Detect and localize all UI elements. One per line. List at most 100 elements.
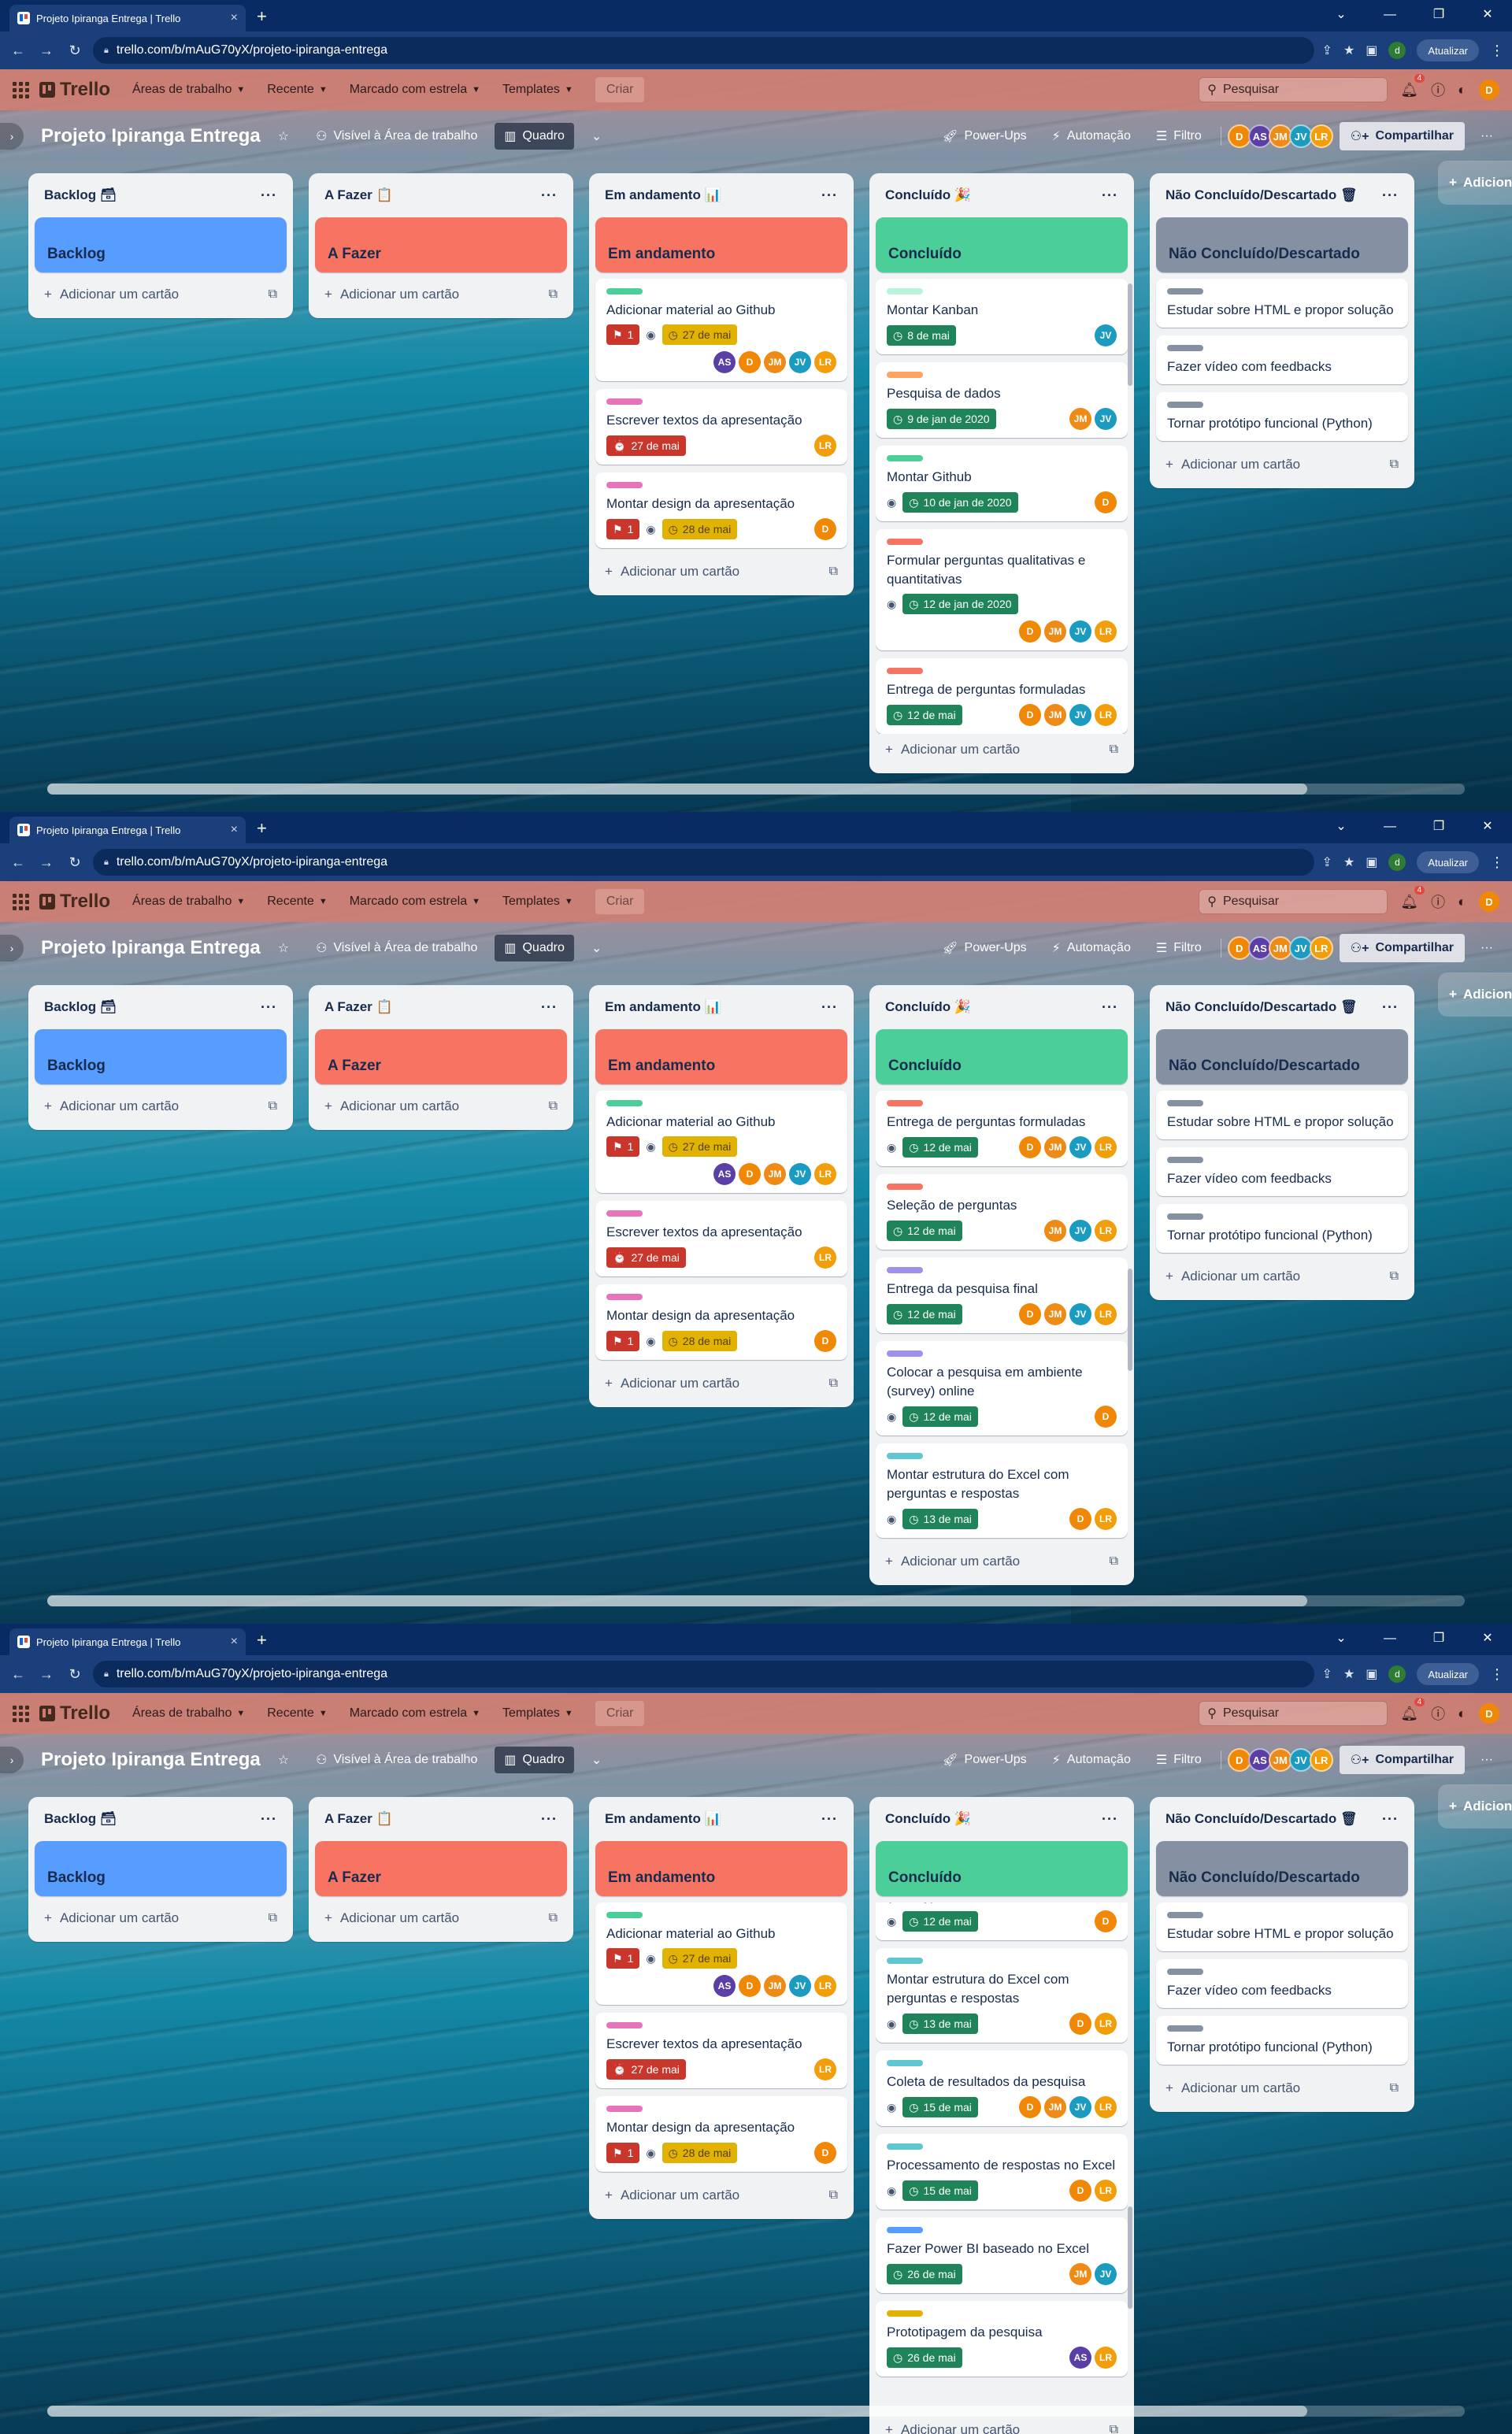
list-scrollbar[interactable] — [1128, 1269, 1132, 1371]
trello-logo[interactable]: Trello — [39, 891, 110, 913]
due-date-badge[interactable]: ◷ 12 de mai — [902, 1406, 978, 1427]
add-card-button[interactable]: + Adicionar um cartão ⧉ — [595, 1368, 847, 1399]
member-avatar[interactable]: AS — [713, 351, 736, 373]
card-template-icon[interactable]: ⧉ — [549, 1099, 558, 1113]
member-avatar[interactable]: D — [1069, 1508, 1091, 1530]
theme-icon[interactable]: ◐ — [1458, 82, 1466, 98]
board-horizontal-scrollbar[interactable] — [47, 2406, 1465, 2417]
add-card-button[interactable]: + Adicionar um cartão ⧉ — [1156, 2073, 1408, 2104]
member-avatar[interactable]: LR — [1095, 1508, 1117, 1530]
card-d1[interactable]: Estudar sobre HTML e propor solução — [1156, 1902, 1408, 1951]
card-template-icon[interactable]: ⧉ — [829, 565, 838, 579]
add-card-button[interactable]: + Adicionar um cartão ⧉ — [1156, 449, 1408, 480]
card-a3[interactable]: Montar design da apresentação ⚑ 1 ◉ ◷ 28 de … — [595, 472, 847, 548]
add-list-button[interactable]: +Adicionar — [1438, 161, 1512, 205]
header-menu[interactable]: Templates ▼ — [495, 77, 581, 102]
new-tab-icon[interactable]: + — [257, 6, 267, 27]
user-avatar[interactable]: D — [1479, 891, 1499, 912]
card-label[interactable] — [606, 1100, 643, 1106]
sidebar-toggle-icon[interactable]: › — [0, 1747, 24, 1773]
automation-button[interactable]: ⚡︎ Automação — [1043, 123, 1140, 150]
add-card-button[interactable]: + Adicionar um cartão ⧉ — [315, 279, 567, 310]
share-button[interactable]: ⚇+ Compartilhar — [1339, 122, 1466, 150]
bookmark-star-icon[interactable]: ★ — [1343, 854, 1354, 870]
card-c5[interactable]: Entrega de perguntas formuladas ◉ ◷ 12 de … — [876, 1091, 1128, 1166]
search-input[interactable]: ⚲ Pesquisar — [1199, 889, 1388, 914]
card-label[interactable] — [1167, 1969, 1203, 1975]
close-window-icon[interactable]: ✕ — [1463, 1624, 1512, 1655]
list-cover-card[interactable]: Concluído — [876, 1029, 1128, 1084]
close-tab-icon[interactable]: × — [231, 1635, 238, 1649]
header-menu[interactable]: Áreas de trabalho ▼ — [124, 77, 253, 102]
view-switcher-button[interactable]: ▥ Quadro — [495, 123, 574, 150]
create-button[interactable]: Criar — [595, 77, 645, 102]
star-board-icon[interactable]: ☆ — [269, 935, 298, 961]
star-board-icon[interactable]: ☆ — [269, 123, 298, 150]
member-avatar[interactable]: JM — [1044, 1136, 1066, 1158]
member-avatar[interactable]: D — [1095, 491, 1117, 513]
member-avatar[interactable]: JM — [1044, 1303, 1066, 1325]
search-input[interactable]: ⚲ Pesquisar — [1199, 77, 1388, 102]
card-a2[interactable]: Escrever textos da apresentação ⏰ 27 de m… — [595, 2013, 847, 2088]
list-header[interactable]: Concluído 🎉 ··· — [876, 985, 1128, 1029]
share-icon[interactable]: ⇪ — [1322, 854, 1332, 870]
member-avatar[interactable]: LR — [1309, 124, 1333, 148]
member-avatar[interactable]: D — [739, 351, 761, 373]
visibility-button[interactable]: ⚇ Visível à Área de trabalho — [306, 935, 487, 961]
list-header[interactable]: Backlog 🗃 ··· — [35, 1797, 287, 1841]
app-switcher-icon[interactable] — [13, 893, 30, 910]
header-menu[interactable]: Marcado com estrela ▼ — [342, 77, 488, 102]
list-header[interactable]: Não Concluído/Descartado 🗑 ··· — [1156, 1797, 1408, 1841]
list-header[interactable]: Concluído 🎉 ··· — [876, 1797, 1128, 1841]
member-avatar[interactable]: JM — [764, 1163, 786, 1185]
list-cover-card[interactable]: Concluído — [876, 1841, 1128, 1896]
add-list-button[interactable]: +Adicionar — [1438, 972, 1512, 1017]
forward-icon[interactable]: → — [36, 1666, 57, 1683]
list-scrollbar[interactable] — [1128, 283, 1132, 386]
list-cover-card[interactable]: Em andamento — [595, 217, 847, 272]
share-icon[interactable]: ⇪ — [1322, 43, 1332, 58]
card-template-icon[interactable]: ⧉ — [269, 287, 277, 302]
card-a2[interactable]: Escrever textos da apresentação ⏰ 27 de m… — [595, 389, 847, 465]
sidepanel-icon[interactable]: ▣ — [1366, 1666, 1377, 1682]
member-avatar[interactable]: D — [1069, 2013, 1091, 2035]
notifications-icon[interactable]: 🔔︎ 4 — [1400, 73, 1425, 98]
url-bar[interactable]: 🔒︎ trello.com/b/mAuG70yX/projeto-ipiranga… — [93, 1661, 1314, 1687]
list-menu-icon[interactable]: ··· — [821, 999, 838, 1016]
list-cover-card[interactable]: Concluído — [876, 217, 1128, 272]
list-menu-icon[interactable]: ··· — [261, 999, 277, 1016]
list-cover-card[interactable]: A Fazer — [315, 1841, 567, 1896]
url-bar[interactable]: 🔒︎ trello.com/b/mAuG70yX/projeto-ipiranga… — [93, 37, 1314, 64]
card-label[interactable] — [606, 1294, 643, 1300]
list-scrollbar[interactable] — [1128, 2206, 1132, 2309]
due-date-badge[interactable]: ◷ 26 de mai — [887, 2347, 962, 2368]
member-avatar[interactable]: D — [1019, 621, 1041, 643]
card-label[interactable] — [606, 1210, 643, 1217]
member-avatar[interactable]: D — [814, 1330, 836, 1352]
card-label[interactable] — [606, 1912, 643, 1918]
card-label[interactable] — [606, 398, 643, 405]
member-avatar[interactable]: JV — [1095, 408, 1117, 430]
header-menu[interactable]: Templates ▼ — [495, 1701, 581, 1726]
sidepanel-icon[interactable]: ▣ — [1366, 854, 1377, 870]
profile-avatar[interactable]: d — [1388, 42, 1406, 59]
card-label[interactable] — [887, 455, 923, 461]
due-date-badge[interactable]: ◷ 12 de mai — [887, 1304, 962, 1324]
member-avatar[interactable]: LR — [1095, 2180, 1117, 2202]
app-switcher-icon[interactable] — [13, 81, 30, 98]
card-c2[interactable]: Pesquisa de dados ◷ 9 de jan de 2020 JM JV — [876, 362, 1128, 438]
card-c3[interactable]: Montar Github ◉ ◷ 10 de jan de 2020 D — [876, 446, 1128, 521]
member-avatar[interactable]: JV — [789, 1163, 811, 1185]
list-header[interactable]: Concluído 🎉 ··· — [876, 173, 1128, 217]
card-label[interactable] — [887, 288, 923, 295]
card-template-icon[interactable]: ⧉ — [549, 1911, 558, 1925]
sidebar-toggle-icon[interactable]: › — [0, 123, 24, 150]
update-button[interactable]: Atualizar — [1417, 39, 1479, 61]
powerups-button[interactable]: 🚀︎ Power-Ups — [932, 935, 1036, 961]
member-avatar[interactable]: D — [1095, 1406, 1117, 1428]
list-menu-icon[interactable]: ··· — [821, 187, 838, 204]
card-label[interactable] — [1167, 288, 1203, 295]
card-label[interactable] — [606, 288, 643, 295]
card-c6[interactable]: Seleção de perguntas ◷ 12 de mai JM JV LR — [876, 1174, 1128, 1250]
share-button[interactable]: ⚇+ Compartilhar — [1339, 1746, 1466, 1774]
